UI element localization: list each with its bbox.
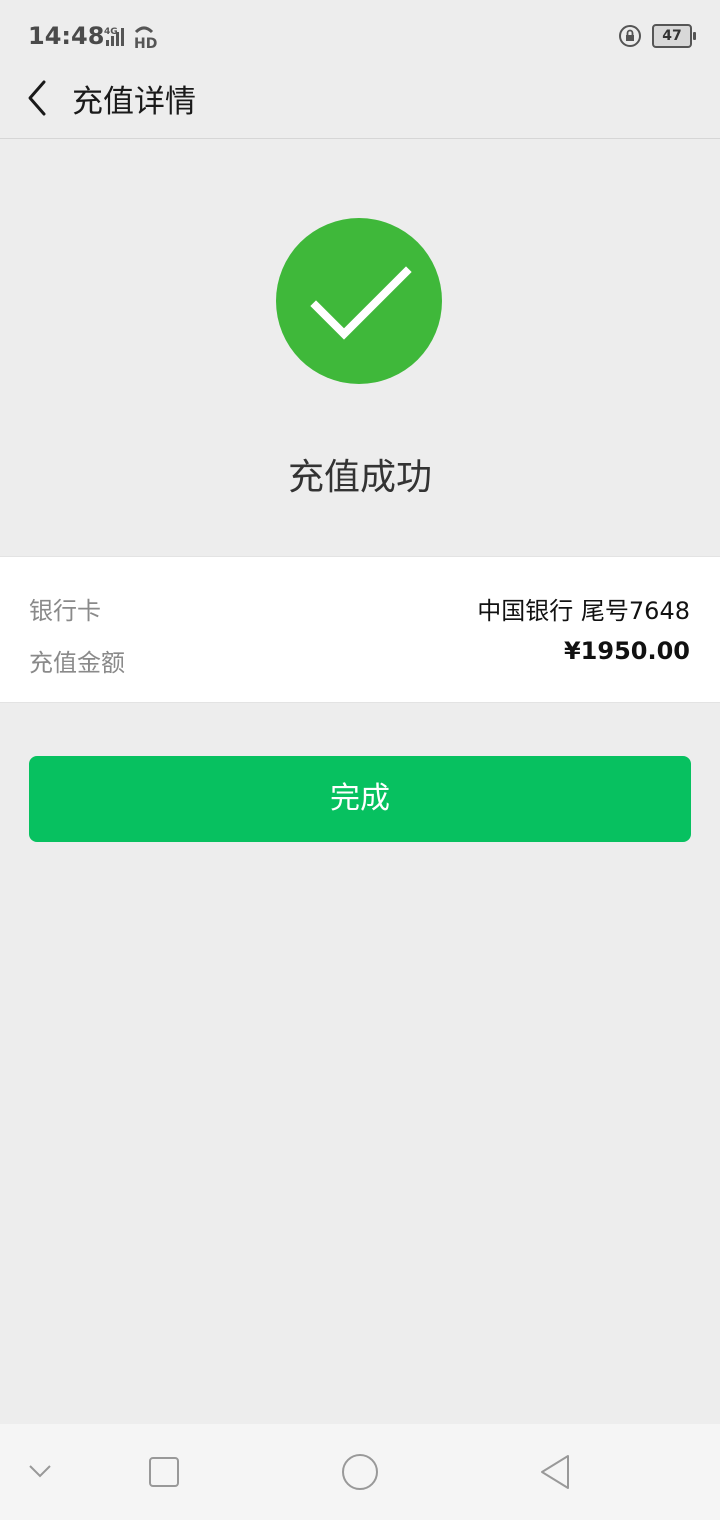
cellular-signal-icon: 4G HD [104,26,157,50]
status-time: 14:48 [28,22,105,50]
details-panel: 银行卡 中国银行 尾号7648 充值金额 ¥1950.00 [0,556,720,703]
back-triangle-icon[interactable] [536,1452,576,1492]
done-button[interactable]: 完成 [29,756,691,842]
home-icon[interactable] [340,1452,380,1492]
amount-label: 充值金额 [29,649,125,677]
status-right: 47 [618,24,696,48]
chevron-left-icon[interactable] [20,76,60,120]
collapse-down-icon[interactable] [26,1460,54,1482]
hd-label: HD [134,36,157,50]
success-message: 充值成功 [287,457,432,498]
network-type-label: 4G [104,27,118,37]
battery-level: 47 [662,28,682,44]
bank-card-label: 银行卡 [29,597,101,625]
page-title: 充值详情 [72,84,196,120]
check-circle-icon [276,218,442,384]
rotation-lock-icon [619,25,641,47]
recent-apps-icon[interactable] [146,1454,182,1490]
bank-card-value: 中国银行 尾号7648 [477,597,690,625]
amount-value: ¥1950.00 [563,637,690,665]
system-navbar [0,1424,720,1520]
battery-icon: 47 [652,24,696,48]
header: 充值详情 [0,58,720,139]
